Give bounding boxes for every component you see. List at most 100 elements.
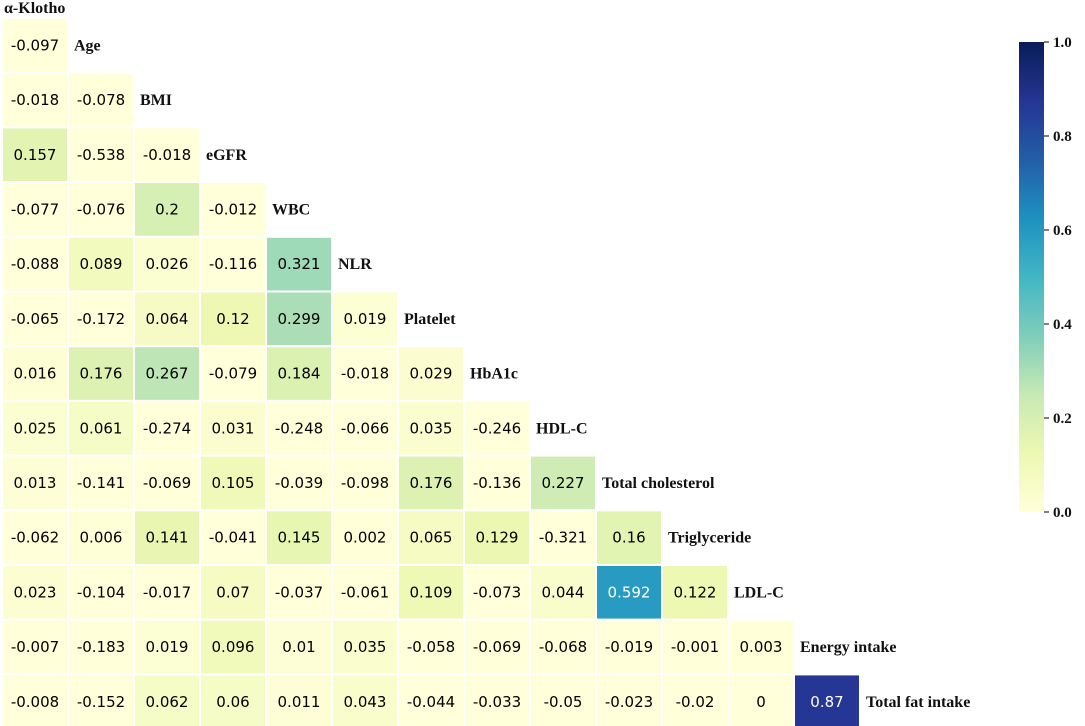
cell-value: -0.017 bbox=[143, 583, 191, 601]
cell-value: -0.321 bbox=[539, 529, 587, 547]
colorbar-tick-label: 1.0 bbox=[1053, 35, 1072, 51]
cell-value: 0.2 bbox=[155, 200, 179, 218]
cell-value: 0.87 bbox=[810, 693, 843, 711]
cell-value: 0.026 bbox=[146, 255, 189, 273]
cell-value: 0.025 bbox=[14, 419, 57, 437]
cell-value: 0.321 bbox=[278, 255, 321, 273]
cell-value: -0.044 bbox=[407, 693, 455, 711]
cell-value: 0.064 bbox=[146, 310, 189, 328]
cell-value: 0.141 bbox=[146, 529, 189, 547]
cell-value: 0.145 bbox=[278, 529, 321, 547]
cell-value: 0.176 bbox=[410, 474, 453, 492]
cell-value: 0.065 bbox=[410, 529, 453, 547]
cell-value: 0 bbox=[756, 693, 766, 711]
variable-label: Triglyceride bbox=[668, 530, 751, 547]
cell-value: -0.141 bbox=[77, 474, 125, 492]
variable-label: HDL-C bbox=[536, 420, 588, 437]
cell-value: 0.184 bbox=[278, 365, 321, 383]
cell-value: -0.033 bbox=[473, 693, 521, 711]
cell-value: -0.02 bbox=[676, 693, 715, 711]
cell-value: -0.019 bbox=[605, 638, 653, 656]
cell-value: 0.013 bbox=[14, 474, 57, 492]
variable-label: Age bbox=[74, 37, 101, 54]
cell-value: -0.097 bbox=[11, 36, 59, 54]
cell-value: 0.089 bbox=[80, 255, 123, 273]
colorbar-tick-label: 0.0 bbox=[1053, 505, 1072, 521]
cell-value: 0.157 bbox=[14, 146, 57, 164]
cell-value: 0.06 bbox=[216, 693, 249, 711]
cell-value: -0.248 bbox=[275, 419, 323, 437]
cell-value: -0.062 bbox=[11, 529, 59, 547]
cell-value: 0.061 bbox=[80, 419, 123, 437]
cell-value: -0.136 bbox=[473, 474, 521, 492]
colorbar-ticks: 0.0 0.2 0.4 0.6 0.8 1.0 bbox=[1044, 35, 1072, 521]
cell-value: -0.078 bbox=[77, 91, 125, 109]
cell-value: -0.088 bbox=[11, 255, 59, 273]
variable-label: HbA1c bbox=[470, 366, 518, 383]
cell-value: -0.274 bbox=[143, 419, 191, 437]
cell-value: 0.299 bbox=[278, 310, 321, 328]
colorbar: 0.0 0.2 0.4 0.6 0.8 1.0 bbox=[1019, 35, 1072, 521]
colorbar-tick-label: 0.8 bbox=[1053, 129, 1072, 145]
variable-label: Platelet bbox=[404, 311, 456, 328]
variable-label: WBC bbox=[272, 201, 310, 218]
cell-value: 0.043 bbox=[344, 693, 387, 711]
cell-value: -0.538 bbox=[77, 146, 125, 164]
heatmap-cells: -0.097 -0.018 -0.078 0.157 -0.538 -0.018 -0.07… bbox=[1, 17, 861, 726]
cell-value: -0.066 bbox=[341, 419, 389, 437]
cell-value: -0.152 bbox=[77, 693, 125, 711]
variable-label: BMI bbox=[140, 92, 172, 109]
cell-value: -0.065 bbox=[11, 310, 59, 328]
cell-value: -0.183 bbox=[77, 638, 125, 656]
cell-value: 0.044 bbox=[542, 583, 585, 601]
cell-value: -0.073 bbox=[473, 583, 521, 601]
cell-value: 0.023 bbox=[14, 583, 57, 601]
variable-label: LDL-C bbox=[734, 584, 784, 601]
cell-value: 0.062 bbox=[146, 693, 189, 711]
cell-value: 0.031 bbox=[212, 419, 255, 437]
variable-label: Energy intake bbox=[800, 639, 896, 656]
colorbar-tick-label: 0.4 bbox=[1053, 317, 1072, 333]
cell-value: -0.069 bbox=[143, 474, 191, 492]
cell-value: 0.003 bbox=[740, 638, 783, 656]
cell-value: 0.105 bbox=[212, 474, 255, 492]
variable-label: NLR bbox=[338, 256, 372, 273]
cell-value: -0.023 bbox=[605, 693, 653, 711]
cell-value: -0.069 bbox=[473, 638, 521, 656]
cell-value: -0.079 bbox=[209, 365, 257, 383]
variable-label: eGFR bbox=[206, 147, 247, 164]
cell-value: 0.129 bbox=[476, 529, 519, 547]
cell-value: -0.058 bbox=[407, 638, 455, 656]
cell-value: 0.176 bbox=[80, 365, 123, 383]
cell-value: 0.029 bbox=[410, 365, 453, 383]
variable-label: α-Klotho bbox=[4, 0, 65, 17]
variable-label: Total fat intake bbox=[866, 694, 970, 711]
colorbar-tick-label: 0.2 bbox=[1053, 411, 1072, 427]
cell-value: -0.098 bbox=[341, 474, 389, 492]
cell-value: -0.104 bbox=[77, 583, 125, 601]
cell-value: -0.001 bbox=[671, 638, 719, 656]
cell-value: -0.039 bbox=[275, 474, 323, 492]
cell-value: 0.016 bbox=[14, 365, 57, 383]
cell-value: 0.035 bbox=[344, 638, 387, 656]
cell-value: 0.035 bbox=[410, 419, 453, 437]
cell-value: -0.05 bbox=[544, 693, 583, 711]
cell-value: 0.592 bbox=[608, 583, 651, 601]
variable-label: Total cholesterol bbox=[602, 475, 715, 492]
cell-value: -0.007 bbox=[11, 638, 59, 656]
cell-value: -0.037 bbox=[275, 583, 323, 601]
cell-value: -0.041 bbox=[209, 529, 257, 547]
cell-value: 0.011 bbox=[278, 693, 321, 711]
cell-value: 0.006 bbox=[80, 529, 123, 547]
correlation-heatmap: -0.097 -0.018 -0.078 0.157 -0.538 -0.018 -0.07… bbox=[1, 0, 1072, 726]
cell-value: 0.019 bbox=[146, 638, 189, 656]
cell-value: 0.019 bbox=[344, 310, 387, 328]
cell-value: 0.227 bbox=[542, 474, 585, 492]
cell-value: -0.018 bbox=[143, 146, 191, 164]
cell-value: -0.061 bbox=[341, 583, 389, 601]
cell-value: -0.116 bbox=[209, 255, 257, 273]
cell-value: -0.008 bbox=[11, 693, 59, 711]
cell-value: 0.12 bbox=[216, 310, 249, 328]
cell-value: -0.246 bbox=[473, 419, 521, 437]
cell-value: 0.16 bbox=[612, 529, 645, 547]
